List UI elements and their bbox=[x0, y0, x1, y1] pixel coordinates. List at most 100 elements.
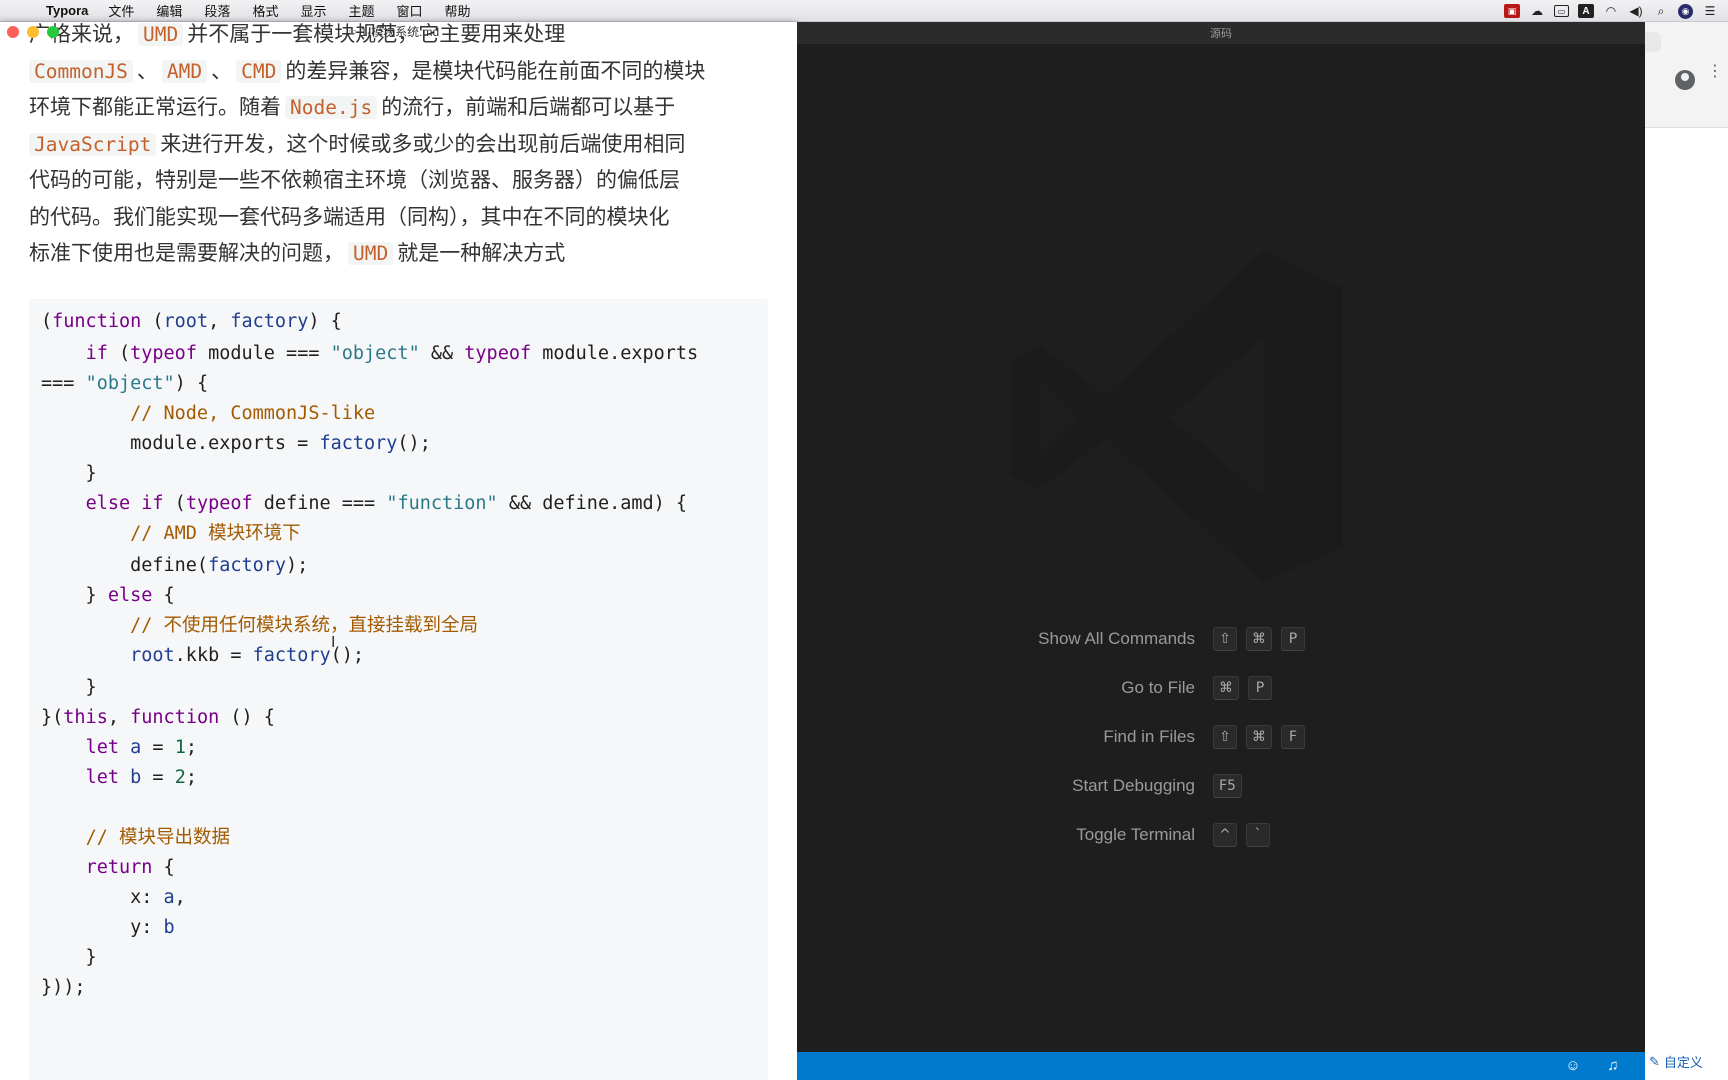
paragraph-line: 的代码。我们能实现一套代码多端适用（同构），其中在不同的模块化 bbox=[29, 204, 670, 229]
screen-mirror-icon[interactable]: ▭ bbox=[1554, 5, 1569, 17]
shortcut-row[interactable]: Show All Commands ⇧ ⌘ P bbox=[797, 627, 1645, 653]
shortcut-label: Go to File bbox=[1121, 678, 1195, 697]
status-icons: ▣ ☁ ▭ A ◠ ◀) ⌕ ◉ ☰ bbox=[1504, 0, 1718, 22]
shortcut-row[interactable]: Start Debugging F5 bbox=[797, 774, 1645, 800]
shortcut-keys: ⇧ ⌘ P bbox=[1213, 627, 1305, 651]
volume-icon[interactable]: ◀) bbox=[1628, 4, 1644, 18]
menu-edit[interactable]: 编辑 bbox=[156, 1, 182, 20]
shortcut-label: Show All Commands bbox=[1038, 629, 1195, 648]
customize-button[interactable]: ✎ 自定义 bbox=[1649, 1052, 1703, 1071]
document-title: ▭ 1-模块系统.md bbox=[348, 23, 439, 40]
vscode-statusbar: ☺ ♫ bbox=[797, 1052, 1645, 1080]
paragraph-line: CommonJS、 AMD、 CMD 的差异兼容，是模块代码能在前面不同的模块 bbox=[29, 53, 769, 90]
vscode-window: 源码 Show All Commands ⇧ ⌘ P Go to File ⌘ P Find … bbox=[797, 22, 1645, 1080]
shortcut-keys: F5 bbox=[1213, 774, 1242, 798]
intro-paragraph[interactable]: 广格来说， UMD 并不属于一套模块规范，它主要用来处理 CommonJS、 AMD、… bbox=[29, 22, 769, 272]
typora-titlebar: ▭ 1-模块系统.md bbox=[0, 22, 797, 39]
inline-code: CommonJS bbox=[29, 59, 133, 83]
code-line: let a = 1; bbox=[85, 737, 197, 758]
keycap: F5 bbox=[1213, 774, 1242, 798]
menu-help[interactable]: 帮助 bbox=[445, 1, 471, 20]
text-span: 就是一种解决方式 bbox=[397, 241, 566, 265]
document-icon: ▭ bbox=[348, 26, 357, 36]
keycap: P bbox=[1248, 676, 1272, 700]
input-method-icon[interactable]: A bbox=[1578, 4, 1594, 18]
code-line: // Node, CommonJS-like bbox=[130, 403, 376, 424]
text-span: 环境下都能正常运行。随着 bbox=[29, 95, 281, 119]
text-span: 、 bbox=[136, 58, 158, 83]
more-options-icon[interactable]: ⋮ bbox=[1707, 64, 1723, 80]
paragraph-line: JavaScript 来进行开发，这个时候或多或少的会出现前后端使用相同 bbox=[29, 126, 769, 163]
paragraph-line: 环境下都能正常运行。随着 Node.js 的流行，前端和后端都可以基于 bbox=[29, 89, 769, 126]
shortcut-row[interactable]: Toggle Terminal ^ ` bbox=[797, 823, 1645, 849]
keycap: ⇧ bbox=[1213, 627, 1237, 651]
code-line: root.kkb = factory(); bbox=[130, 645, 365, 666]
menubar: Typora 文件 编辑 段落 格式 显示 主题 窗口 帮助 ▣ ☁ ▭ A ◠… bbox=[0, 0, 1728, 22]
shortcut-label: Start Debugging bbox=[1072, 776, 1195, 795]
document-title-text: 1-模块系统.md bbox=[360, 25, 440, 39]
wifi-icon[interactable]: ◠ bbox=[1603, 4, 1619, 18]
code-line: })); bbox=[41, 977, 86, 998]
code-line: } bbox=[41, 677, 97, 698]
code-line: let b = 2; bbox=[85, 767, 197, 788]
cloud-icon[interactable]: ☁ bbox=[1529, 4, 1545, 18]
menu-file[interactable]: 文件 bbox=[108, 1, 134, 20]
siri-icon[interactable]: ◉ bbox=[1678, 3, 1693, 19]
code-line: else if (typeof define === "function" &&… bbox=[85, 493, 688, 514]
menu-format[interactable]: 格式 bbox=[252, 1, 278, 20]
close-window-button[interactable] bbox=[7, 26, 19, 38]
menu-theme[interactable]: 主题 bbox=[348, 1, 374, 20]
keycap: ^ bbox=[1213, 823, 1237, 847]
menu-app-name[interactable]: Typora bbox=[46, 3, 88, 18]
code-line: // 模块导出数据 bbox=[85, 827, 230, 848]
shortcut-row[interactable]: Go to File ⌘ P bbox=[797, 676, 1645, 702]
code-line: // AMD 模块环境下 bbox=[130, 523, 301, 544]
text-span: 标准下使用也是需要解决的问题， bbox=[29, 241, 344, 265]
pencil-icon: ✎ bbox=[1649, 1053, 1660, 1069]
keycap: ⇧ bbox=[1213, 725, 1237, 749]
shortcut-keys: ⌘ P bbox=[1213, 676, 1272, 700]
paragraph-line: 标准下使用也是需要解决的问题， UMD 就是一种解决方式 bbox=[29, 235, 769, 272]
menu-window[interactable]: 窗口 bbox=[396, 1, 422, 20]
typora-window: ▭ 1-模块系统.md 广格来说， UMD 并不属于一套模块规范，它主要用来处理 C… bbox=[0, 22, 797, 1080]
vscode-logo-watermark-icon bbox=[1011, 251, 1343, 583]
code-line: y: b bbox=[41, 917, 175, 938]
minimize-window-button[interactable] bbox=[27, 26, 39, 38]
shortcut-row[interactable]: Find in Files ⇧ ⌘ F bbox=[797, 725, 1645, 751]
inline-code: UMD bbox=[348, 242, 394, 265]
maximize-window-button[interactable] bbox=[47, 26, 59, 38]
text-span: 来进行开发，这个时候或多或少的会出现前后端使用相同 bbox=[160, 131, 686, 156]
code-block[interactable]: (function (root, factory) { if (typeof m… bbox=[29, 299, 768, 1080]
code-line: if (typeof module === "object" && typeof… bbox=[85, 343, 699, 364]
code-line: // 不使用任何模块系统，直接挂载到全局 bbox=[130, 615, 479, 636]
customize-label: 自定义 bbox=[1663, 1055, 1703, 1070]
menu-view[interactable]: 显示 bbox=[300, 1, 326, 20]
menu-paragraph[interactable]: 段落 bbox=[204, 1, 230, 20]
profile-icon[interactable] bbox=[1675, 70, 1695, 90]
browser-toolbar: ⋮ bbox=[1641, 22, 1728, 128]
code-line: define(factory); bbox=[41, 555, 309, 576]
apple-icon[interactable] bbox=[20, 4, 34, 18]
keycap: ` bbox=[1246, 823, 1270, 847]
keycap: F bbox=[1281, 725, 1305, 749]
text-span: 的差异兼容，是模块代码能在前面不同的模块 bbox=[285, 58, 706, 83]
inline-code: Node.js bbox=[285, 96, 378, 119]
text-span: 、 bbox=[211, 58, 233, 83]
shortcut-keys: ⇧ ⌘ F bbox=[1213, 725, 1305, 749]
shortcut-label: Toggle Terminal bbox=[1076, 825, 1195, 844]
code-line: module.exports = factory(); bbox=[41, 433, 431, 454]
recording-icon[interactable]: ▣ bbox=[1504, 4, 1520, 18]
code-line: }(this, function () { bbox=[41, 707, 275, 728]
vscode-titlebar: 源码 bbox=[797, 22, 1645, 44]
paragraph-line: 代码的可能，特别是一些不依赖宿主环境（浏览器、服务器）的偏低层 bbox=[29, 168, 680, 192]
code-line: === "object") { bbox=[41, 373, 209, 394]
code-line: } else { bbox=[41, 585, 175, 606]
notifications-bell-icon[interactable]: ♫ bbox=[1604, 1057, 1622, 1075]
feedback-smiley-icon[interactable]: ☺ bbox=[1564, 1057, 1582, 1075]
inline-code: CMD bbox=[236, 59, 282, 83]
keycap: ⌘ bbox=[1246, 627, 1272, 651]
spotlight-search-icon[interactable]: ⌕ bbox=[1653, 4, 1669, 18]
background-browser-window: ⋮ ✎ 自定义 bbox=[1640, 22, 1728, 1080]
inline-code: JavaScript bbox=[29, 132, 157, 156]
notification-center-icon[interactable]: ☰ bbox=[1702, 4, 1718, 18]
